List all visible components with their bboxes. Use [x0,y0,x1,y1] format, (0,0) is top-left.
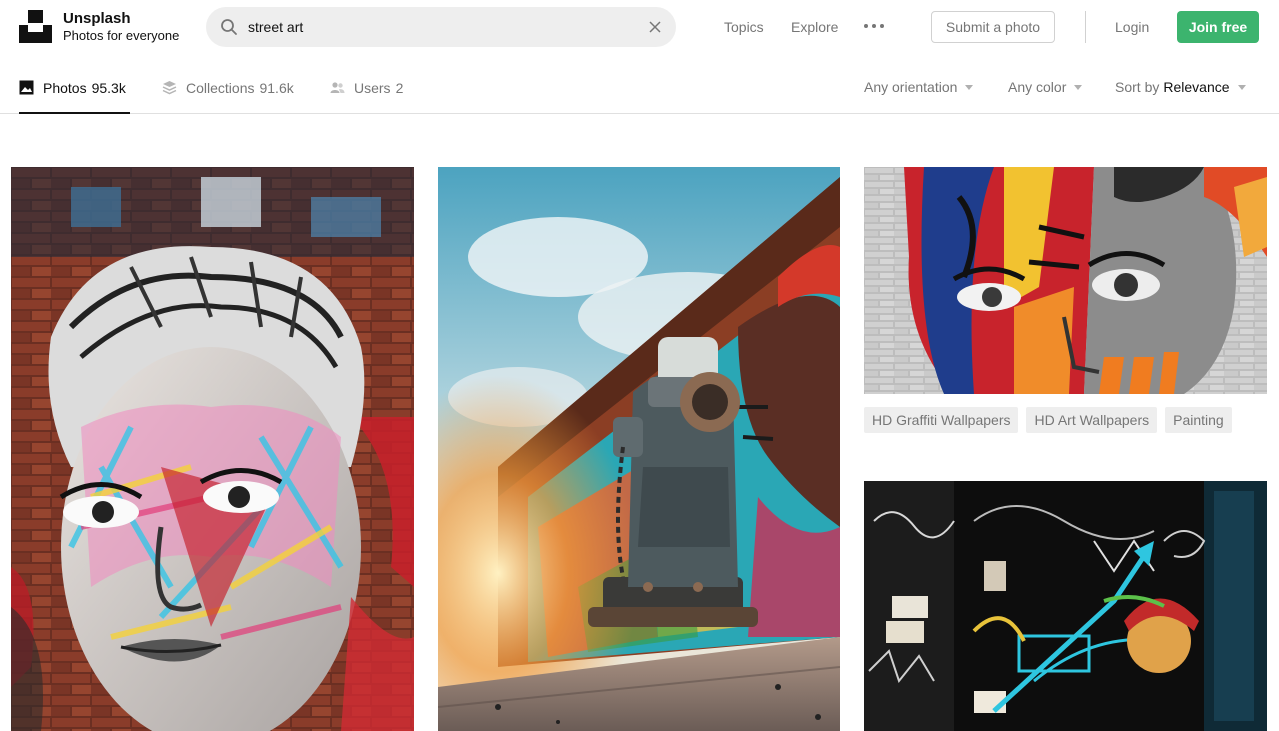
top-header: Unsplash Photos for everyone Topics Expl… [0,0,1279,54]
more-options-icon[interactable] [864,24,884,30]
search-icon[interactable] [220,18,238,36]
tab-collections-label: Collections [186,79,255,96]
related-tags: HD Graffiti Wallpapers HD Art Wallpapers… [864,407,1232,433]
nav-explore-link[interactable]: Explore [791,18,838,36]
tab-collections[interactable]: Collections 91.6k [162,62,294,113]
brand-name: Unsplash [63,10,131,27]
chevron-down-icon [1074,84,1083,90]
sort-filter-value: Relevance [1163,79,1230,95]
tag-painting[interactable]: Painting [1165,407,1232,433]
tab-photos-count: 95.3k [91,79,126,96]
tag-hd-art-wallpapers[interactable]: HD Art Wallpapers [1026,407,1158,433]
search-tabs-bar: Photos 95.3k Collections 91.6k Users 2 A… [0,62,1279,114]
clear-search-icon[interactable] [648,20,662,34]
orientation-filter-label: Any orientation [864,79,958,95]
photo-card[interactable] [864,167,1267,394]
tab-photos-label: Photos [43,79,87,96]
brand[interactable]: Unsplash Photos for everyone [63,10,179,45]
unsplash-logo-icon[interactable] [19,10,52,43]
users-icon [330,82,345,93]
photo-card[interactable] [438,167,840,731]
color-filter-label: Any color [1008,79,1067,95]
street-art-portrait-image [11,167,414,731]
header-divider [1085,11,1086,43]
tab-users-label: Users [354,79,391,96]
join-free-button[interactable]: Join free [1177,11,1259,43]
face-mural-image [864,167,1267,394]
photo-card[interactable] [864,481,1267,731]
tab-collections-count: 91.6k [259,79,294,96]
photo-icon [19,80,34,95]
tab-photos[interactable]: Photos 95.3k [19,62,130,114]
nav-topics-link[interactable]: Topics [724,18,764,36]
login-link[interactable]: Login [1115,18,1149,36]
submit-photo-button[interactable]: Submit a photo [931,11,1055,43]
tab-users[interactable]: Users 2 [330,62,403,113]
orientation-filter[interactable]: Any orientation [864,78,974,96]
brand-tagline: Photos for everyone [63,28,180,43]
search-input[interactable] [248,7,638,47]
color-filter[interactable]: Any color [1008,78,1083,96]
chevron-down-icon [1237,84,1246,90]
photo-card[interactable] [11,167,414,731]
hydrant-mural-image [438,167,840,731]
collections-icon [162,81,177,95]
tag-hd-graffiti-wallpapers[interactable]: HD Graffiti Wallpapers [864,407,1019,433]
sort-filter-prefix: Sort by [1115,79,1160,95]
search-bar [206,7,676,47]
graffiti-wall-image [864,481,1267,731]
sort-filter[interactable]: Sort by Relevance [1115,78,1246,96]
chevron-down-icon [965,84,974,90]
tab-users-count: 2 [395,79,404,96]
